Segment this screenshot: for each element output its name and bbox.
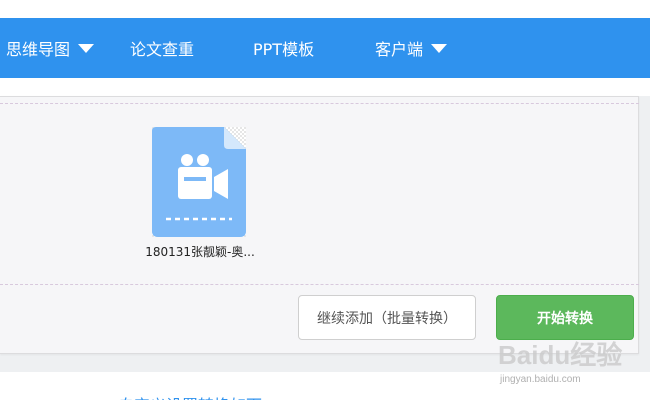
options-section bbox=[0, 372, 650, 400]
nav-item-ppt-template[interactable]: PPT模板 bbox=[253, 18, 314, 78]
nav-item-label: 思维导图 bbox=[6, 40, 71, 59]
divider bbox=[0, 284, 639, 285]
file-name: 180131张靓颖-奥... bbox=[145, 245, 255, 259]
nav-item-label: PPT模板 bbox=[253, 40, 315, 59]
video-file-icon bbox=[152, 127, 246, 237]
top-bar bbox=[0, 0, 650, 18]
nav-item-label: 论文查重 bbox=[130, 40, 195, 59]
nav-item-paper-check[interactable]: 论文查重 bbox=[130, 18, 194, 78]
options-heading: 自定义设置转换如下 bbox=[118, 392, 262, 400]
nav-spacer bbox=[0, 78, 650, 96]
chevron-down-icon bbox=[431, 43, 448, 53]
nav-item-mindmap[interactable]: 思维导图 bbox=[6, 18, 95, 78]
add-more-batch-button[interactable]: 继续添加（批量转换） bbox=[298, 295, 476, 340]
uploaded-file-card[interactable]: 180131张靓颖-奥... bbox=[140, 125, 265, 265]
chevron-down-icon bbox=[78, 43, 95, 53]
start-convert-button[interactable]: 开始转换 bbox=[496, 295, 634, 340]
upload-panel: 180131张靓颖-奥... 继续添加（批量转换） 开始转换 bbox=[0, 96, 639, 354]
main-nav: 思维导图 论文查重 PPT模板 客户端 bbox=[0, 18, 650, 78]
nav-item-client[interactable]: 客户端 bbox=[375, 18, 448, 78]
divider bbox=[0, 103, 639, 104]
nav-item-label: 客户端 bbox=[375, 40, 424, 59]
